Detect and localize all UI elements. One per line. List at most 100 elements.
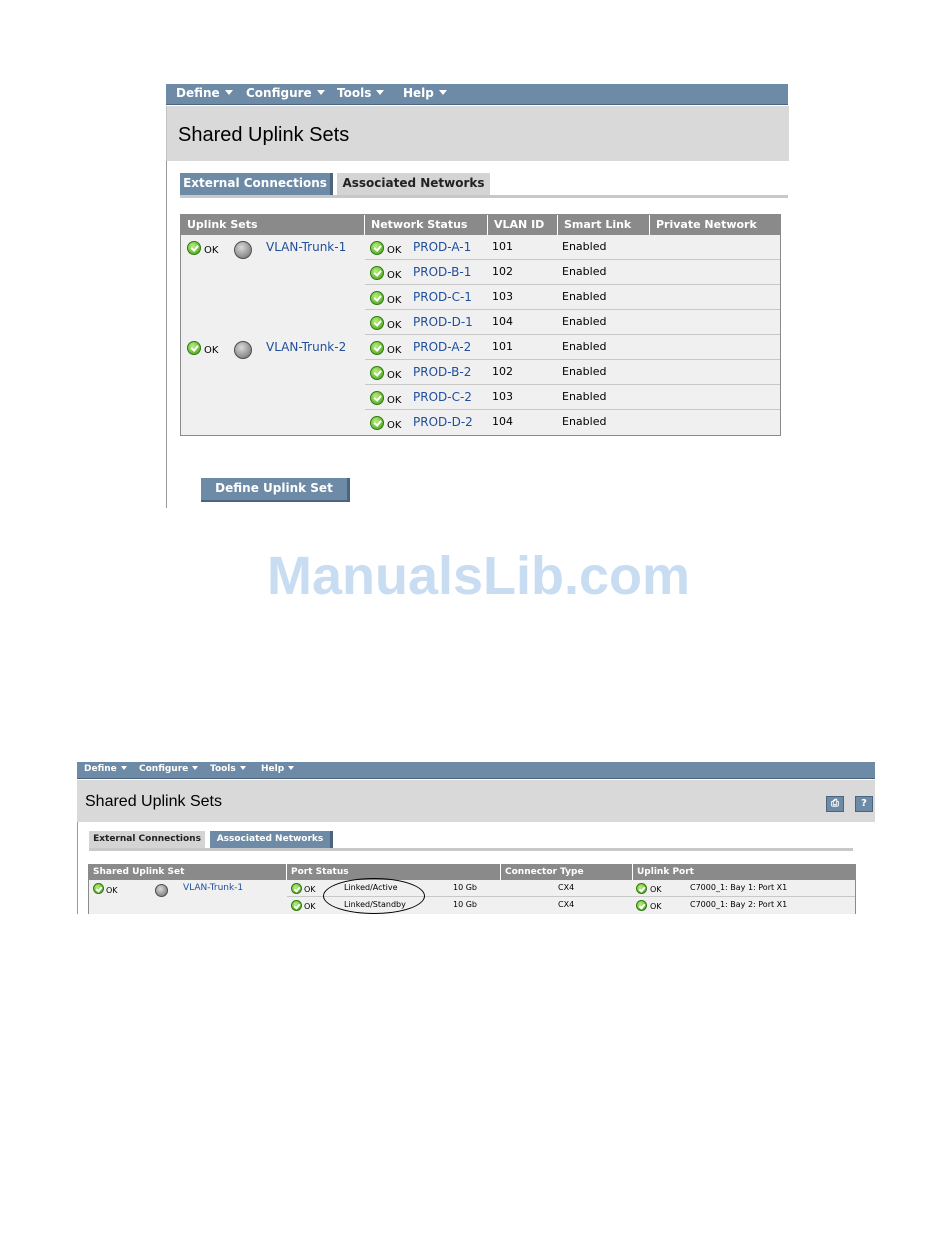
menu-help-label: Help: [261, 764, 285, 774]
column-header-connector-type[interactable]: Connector Type: [501, 864, 633, 880]
network-link[interactable]: PROD-D-2: [413, 415, 473, 429]
annotation-ellipse: [323, 878, 425, 914]
ok-check-icon: [291, 900, 302, 911]
status-led-icon: [234, 241, 252, 259]
menu-bar: Define Configure Tools Help: [166, 84, 788, 105]
shared-uplink-sets-panel-networks: Define Configure Tools Help Shared Uplin…: [166, 84, 789, 508]
menu-tools[interactable]: Tools: [210, 764, 246, 774]
ok-check-icon: [370, 391, 384, 405]
status-led-icon: [234, 341, 252, 359]
status-text: OK: [387, 370, 402, 381]
help-icon[interactable]: ?: [855, 796, 873, 812]
panel-border: [166, 161, 167, 508]
uplink-port: C7000_1: Bay 2: Port X1: [690, 900, 788, 909]
table-row: OK PROD-C-1 103 Enabled: [365, 285, 780, 310]
menu-define[interactable]: Define: [176, 86, 233, 100]
menu-help-label: Help: [403, 86, 434, 100]
vlan-id: 101: [492, 240, 513, 253]
status-text: OK: [204, 245, 219, 256]
uplink-set-group: OK VLAN-Trunk-1: [89, 880, 287, 914]
vlan-id: 102: [492, 365, 513, 378]
network-link[interactable]: PROD-C-1: [413, 290, 472, 304]
uplink-set-link[interactable]: VLAN-Trunk-1: [183, 883, 243, 893]
uplink-status-text: OK: [650, 902, 662, 911]
watermark: ManualsLib.com: [267, 546, 691, 606]
vlan-id: 104: [492, 315, 513, 328]
network-link[interactable]: PROD-D-1: [413, 315, 473, 329]
column-header-port-status[interactable]: Port Status: [287, 864, 501, 880]
menu-define-label: Define: [176, 86, 220, 100]
tab-divider: [89, 848, 853, 851]
uplink-set-link[interactable]: VLAN-Trunk-1: [266, 240, 346, 254]
page-header: Shared Uplink Sets: [77, 780, 875, 822]
ok-check-icon: [370, 316, 384, 330]
uplink-port: C7000_1: Bay 1: Port X1: [690, 883, 788, 892]
table-row: OK PROD-D-2 104 Enabled: [365, 410, 780, 435]
shared-uplink-sets-panel-connections: Define Configure Tools Help Shared Uplin…: [77, 762, 875, 914]
table-row: OK PROD-B-2 102 Enabled: [365, 360, 780, 385]
menu-help[interactable]: Help: [403, 86, 447, 100]
vlan-id: 104: [492, 415, 513, 428]
uplink-status-text: OK: [650, 885, 662, 894]
menu-configure-label: Configure: [246, 86, 312, 100]
table-row: OK PROD-B-1 102 Enabled: [365, 260, 780, 285]
tab-associated-networks[interactable]: Associated Networks: [337, 173, 490, 197]
status-text: OK: [387, 395, 402, 406]
smart-link-value: Enabled: [562, 415, 607, 428]
ok-check-icon: [370, 241, 384, 255]
menu-configure-label: Configure: [139, 764, 189, 774]
ok-check-icon: [291, 883, 302, 894]
network-link[interactable]: PROD-C-2: [413, 390, 472, 404]
status-led-icon: [155, 884, 168, 897]
table-row: OK PROD-A-2 101 Enabled: [365, 335, 780, 360]
connector-type: CX4: [558, 900, 575, 909]
ok-check-icon: [636, 900, 647, 911]
menu-tools-label: Tools: [210, 764, 236, 774]
menu-configure[interactable]: Configure: [246, 86, 325, 100]
chevron-down-icon: [376, 90, 385, 95]
column-header-private-network[interactable]: Private Network: [650, 215, 780, 235]
page-header: Shared Uplink Sets: [166, 106, 789, 161]
chevron-down-icon: [239, 766, 246, 770]
table-row: OK PROD-C-2 103 Enabled: [365, 385, 780, 410]
network-link[interactable]: PROD-A-2: [413, 340, 471, 354]
uplink-set-link[interactable]: VLAN-Trunk-2: [266, 340, 346, 354]
column-header-smart-link[interactable]: Smart Link: [558, 215, 650, 235]
ok-check-icon: [370, 266, 384, 280]
vlan-id: 102: [492, 265, 513, 278]
menu-tools[interactable]: Tools: [337, 86, 385, 100]
page-title: Shared Uplink Sets: [178, 124, 350, 146]
tab-external-connections[interactable]: External Connections: [180, 173, 333, 195]
define-uplink-set-button[interactable]: Define Uplink Set: [201, 478, 350, 502]
status-text: OK: [304, 902, 316, 911]
network-link[interactable]: PROD-A-1: [413, 240, 471, 254]
column-header-uplink-sets[interactable]: Uplink Sets: [181, 215, 365, 235]
ok-check-icon: [636, 883, 647, 894]
network-link[interactable]: PROD-B-2: [413, 365, 471, 379]
chevron-down-icon: [288, 766, 295, 770]
menu-bar: Define Configure Tools Help: [77, 762, 875, 779]
menu-configure[interactable]: Configure: [139, 764, 199, 774]
chevron-down-icon: [316, 90, 325, 95]
column-header-network-status[interactable]: Network Status: [365, 215, 488, 235]
column-header-uplink-port[interactable]: Uplink Port: [633, 864, 855, 880]
chevron-down-icon: [224, 90, 233, 95]
ok-check-icon: [370, 341, 384, 355]
status-text: OK: [106, 886, 118, 895]
print-icon[interactable]: ⎙: [826, 796, 844, 812]
ok-check-icon: [187, 341, 201, 355]
menu-help[interactable]: Help: [261, 764, 295, 774]
smart-link-value: Enabled: [562, 365, 607, 378]
connector-type: CX4: [558, 883, 575, 892]
port-speed: 10 Gb: [453, 883, 477, 892]
column-header-vlan-id[interactable]: VLAN ID: [488, 215, 558, 235]
ok-check-icon: [93, 883, 104, 894]
port-status-table: Shared Uplink Set Port Status Connector …: [88, 864, 856, 914]
chevron-down-icon: [438, 90, 447, 95]
network-link[interactable]: PROD-B-1: [413, 265, 471, 279]
column-header-shared-uplink-set[interactable]: Shared Uplink Set: [89, 864, 287, 880]
tab-divider: [180, 195, 788, 198]
menu-define[interactable]: Define: [84, 764, 127, 774]
page-title: Shared Uplink Sets: [85, 793, 222, 810]
tab-associated-networks[interactable]: Associated Networks: [210, 831, 333, 848]
